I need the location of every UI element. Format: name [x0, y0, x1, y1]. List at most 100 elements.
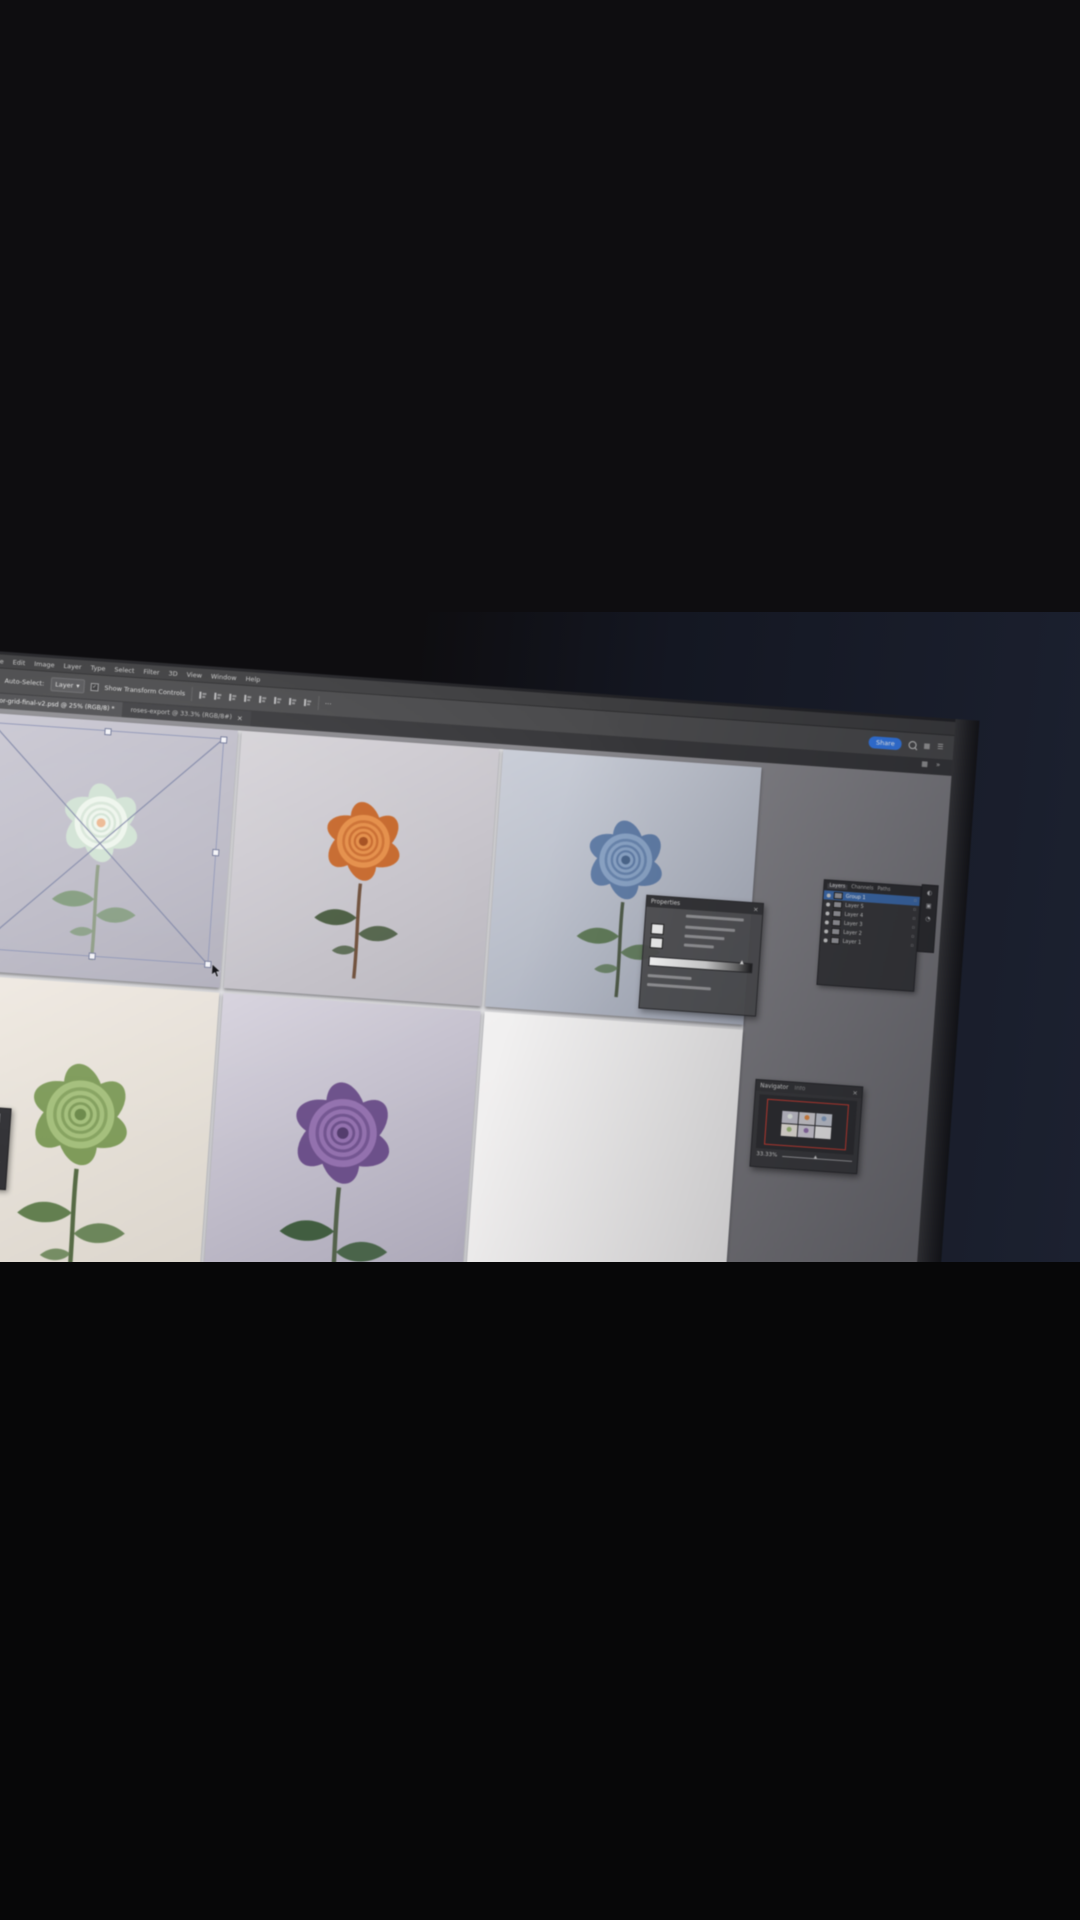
mouse-cursor — [211, 964, 221, 978]
gradient-stop-handle[interactable]: ▲ — [740, 959, 744, 965]
panel-dock-strip: ◐ ▣ ◔ — [917, 884, 939, 953]
transform-handle[interactable] — [212, 848, 219, 855]
foreground-swatch[interactable] — [651, 923, 665, 935]
layer-thumbnail — [831, 928, 840, 936]
search-icon[interactable] — [908, 741, 917, 750]
layer-thumbnail — [830, 937, 839, 945]
transform-handle[interactable] — [220, 736, 227, 743]
menu-type[interactable]: Type — [90, 663, 105, 672]
align-v-center-icon[interactable] — [258, 694, 268, 704]
auto-select-target-value: Layer — [55, 680, 74, 689]
layer-visibility-eye-icon[interactable] — [826, 902, 830, 906]
layer-thumbnail — [832, 910, 841, 918]
menu-window[interactable]: Window — [211, 672, 237, 682]
navigator-panel[interactable]: Navigator Info × 33.33% ▲ — [749, 1079, 863, 1174]
distribute-h-icon[interactable] — [288, 696, 298, 706]
chevron-down-icon: ▾ — [76, 682, 80, 690]
background-swatch[interactable] — [650, 937, 664, 949]
share-button[interactable]: Share — [869, 736, 903, 750]
distribute-v-icon[interactable] — [303, 697, 313, 707]
show-transform-label: Show Transform Controls — [104, 684, 185, 698]
rose-graphic — [287, 776, 434, 996]
libraries-panel-icon[interactable]: ▣ — [926, 902, 932, 909]
menu-help[interactable]: Help — [245, 674, 260, 683]
more-options-icon[interactable]: ⋯ — [325, 699, 333, 707]
layer-name: Layer 3 — [844, 920, 863, 927]
close-icon[interactable]: × — [753, 905, 759, 913]
history-panel-icon[interactable]: ◔ — [925, 915, 931, 922]
layer-thumbnail — [832, 919, 841, 927]
layer-lock-icon: ▫ — [910, 943, 913, 948]
workspace-menu-icon[interactable]: ☰ — [937, 743, 944, 751]
panel-expand-icon[interactable]: ▸ — [0, 1127, 9, 1136]
cell-white-rose[interactable] — [0, 712, 238, 988]
transform-handle[interactable] — [204, 961, 211, 968]
menu-filter[interactable]: Filter — [143, 667, 160, 676]
letterbox-top — [0, 0, 1080, 612]
auto-select-target-dropdown[interactable]: Layer ▾ — [50, 677, 85, 693]
align-bottom-icon[interactable] — [273, 695, 283, 705]
layer-visibility-eye-icon[interactable] — [824, 929, 828, 933]
align-right-icon[interactable] — [228, 692, 238, 702]
tab-navigator[interactable]: Navigator — [760, 1083, 789, 1091]
divider — [317, 696, 319, 710]
transform-handle[interactable] — [105, 728, 112, 735]
layers-tab-channels[interactable]: Channels — [851, 885, 874, 892]
divider — [191, 687, 193, 701]
show-transform-checkbox[interactable]: ✓ — [90, 683, 99, 692]
tab-bar-right-icons: ▦ » — [921, 760, 940, 769]
layers-panel[interactable]: Layers ChannelsPaths Group 1 ▫ Layer 5 ▫ … — [816, 879, 921, 992]
menu-3d[interactable]: 3D — [168, 669, 178, 678]
navigator-view-box[interactable] — [764, 1099, 849, 1151]
layer-name: Layer 2 — [843, 929, 862, 936]
layer-name: Layer 1 — [842, 938, 861, 945]
transform-handle[interactable] — [89, 952, 96, 959]
transform-bounding-box[interactable] — [0, 722, 224, 965]
arrange-documents-icon[interactable]: ▦ — [923, 742, 930, 750]
close-icon[interactable]: × — [852, 1088, 858, 1096]
menu-edit[interactable]: Edit — [12, 658, 25, 667]
layer-lock-icon: ▫ — [912, 917, 915, 922]
layer-name: Layer 5 — [845, 902, 864, 909]
layers-tab-layers[interactable]: Layers — [827, 883, 847, 889]
panel-grid-icon[interactable]: ▦ — [921, 760, 928, 768]
zoom-slider-knob[interactable]: ▲ — [814, 1155, 818, 1160]
adjustments-panel-icon[interactable]: ◐ — [927, 889, 933, 896]
align-left-icon[interactable] — [198, 690, 208, 700]
menu-view[interactable]: View — [186, 670, 202, 679]
layer-visibility-eye-icon[interactable] — [827, 893, 831, 897]
tab-info[interactable]: Info — [794, 1085, 805, 1092]
auto-select-label: Auto-Select: — [4, 677, 44, 688]
layer-thumbnail — [834, 892, 843, 900]
menu-image[interactable]: Image — [34, 659, 55, 668]
properties-panel-title: Properties — [651, 899, 681, 907]
photo-of-monitor: Ps FileEditImageLayerTypeSelectFilter3DV… — [0, 0, 1080, 1920]
transform-diagonals — [0, 723, 223, 964]
collapse-panels-icon[interactable]: » — [936, 761, 941, 769]
cell-orange-rose[interactable] — [223, 731, 499, 1007]
menu-select[interactable]: Select — [114, 665, 135, 674]
menu-file[interactable]: File — [0, 656, 4, 665]
close-icon[interactable]: × — [237, 714, 243, 722]
layer-lock-icon: ▫ — [911, 925, 914, 930]
layer-thumbnail — [833, 901, 842, 909]
align-h-center-icon[interactable] — [213, 691, 223, 701]
layer-lock-icon: ▫ — [911, 934, 914, 939]
gradient-slider[interactable]: ▲ — [648, 956, 752, 973]
layers-tab-paths[interactable]: Paths — [877, 886, 890, 892]
layer-lock-icon: ▫ — [913, 899, 916, 904]
navigator-thumbnail — [756, 1094, 858, 1155]
navigator-zoom-slider[interactable]: ▲ — [782, 1155, 852, 1161]
letterbox-bottom — [0, 1262, 1080, 1920]
menu-layer[interactable]: Layer — [63, 661, 82, 670]
layer-name: Group 1 — [846, 893, 866, 900]
navigator-zoom-value[interactable]: 33.33% — [756, 1151, 777, 1158]
layer-name: Layer 4 — [844, 911, 863, 918]
layer-visibility-eye-icon[interactable] — [825, 911, 829, 915]
layer-lock-icon: ▫ — [913, 908, 916, 913]
align-top-icon[interactable] — [243, 693, 253, 703]
layer-visibility-eye-icon[interactable] — [825, 920, 829, 924]
properties-panel[interactable]: Properties × ▲ — [638, 895, 764, 1017]
layers-list: Group 1 ▫ Layer 5 ▫ Layer 4 ▫ Layer 3 ▫ … — [820, 890, 920, 951]
layer-visibility-eye-icon[interactable] — [823, 938, 827, 942]
